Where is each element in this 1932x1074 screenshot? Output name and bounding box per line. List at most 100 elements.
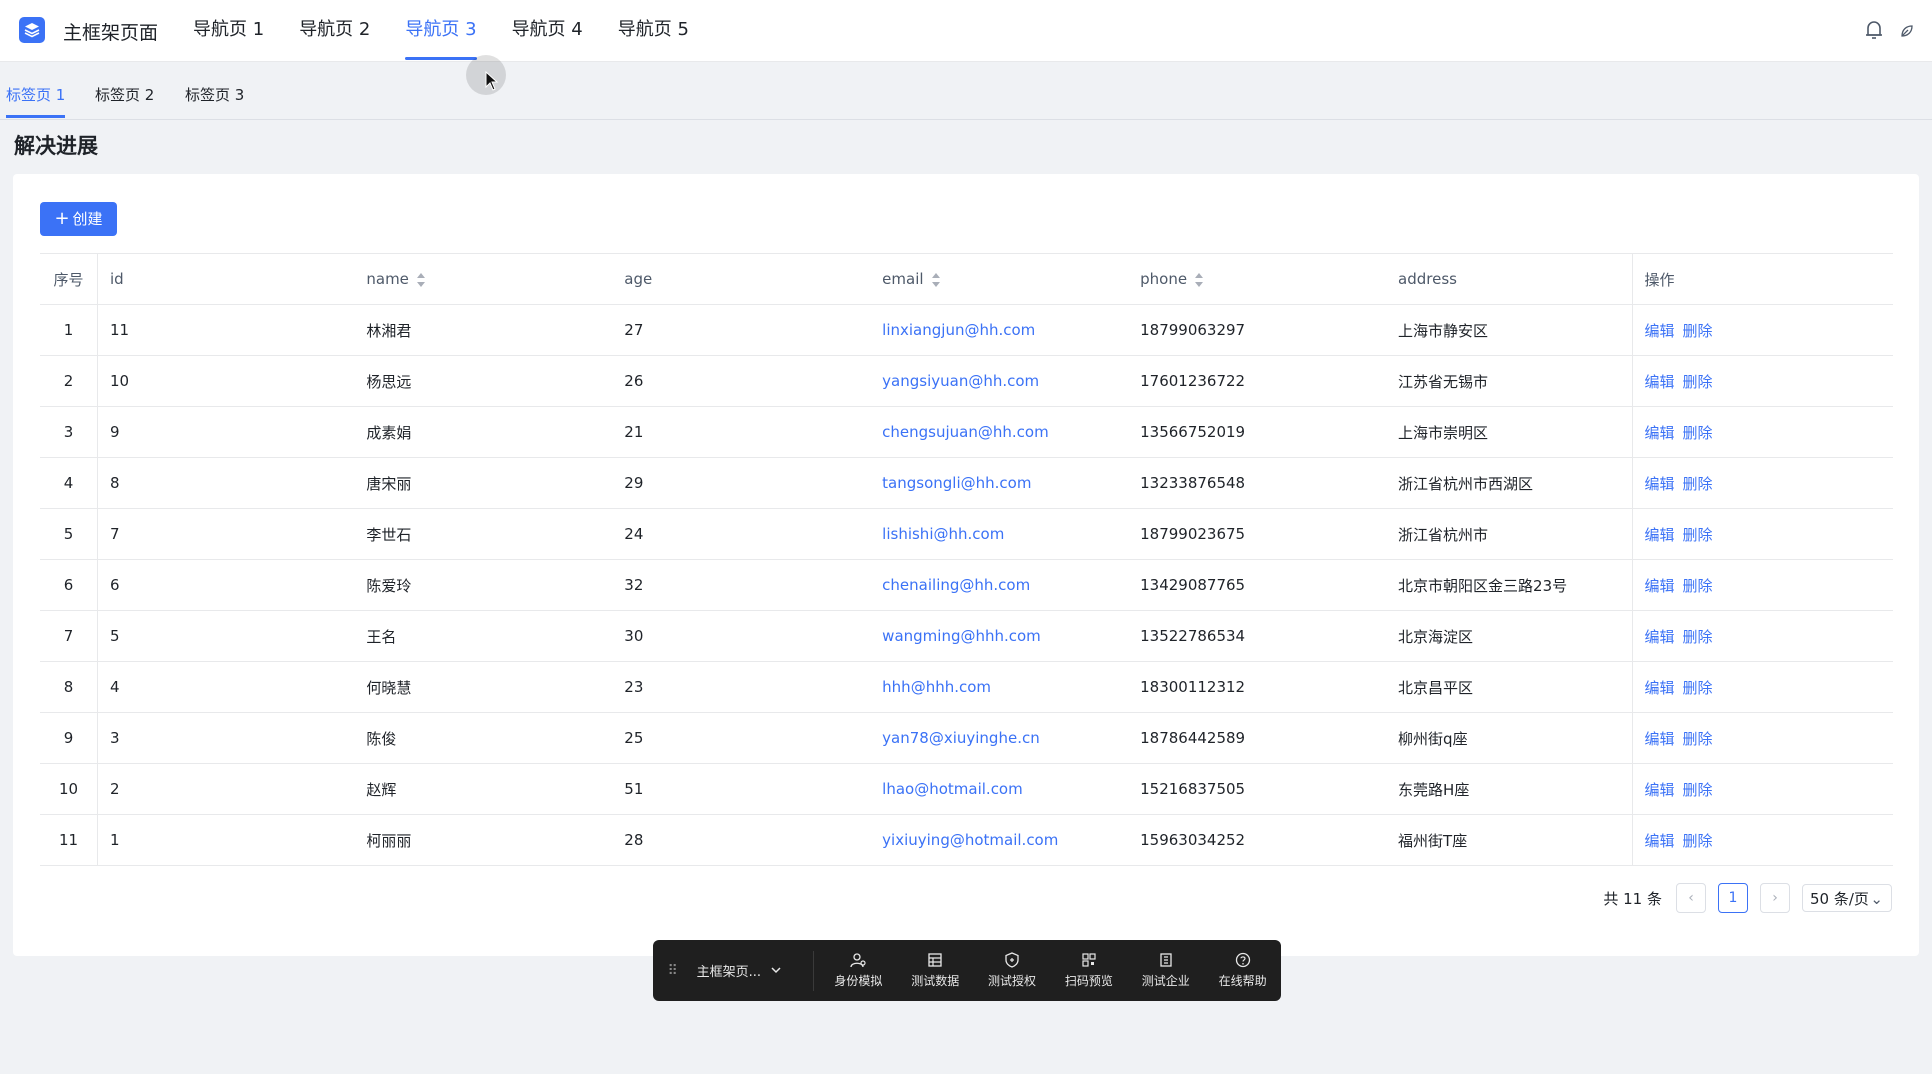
cell-id: 8 [97, 457, 355, 509]
cell-phone: 15216837505 [1128, 763, 1387, 815]
tab-2[interactable]: 标签页 2 [95, 84, 154, 118]
page-title: 解决进展 [14, 134, 98, 158]
toolbar-qrcode-button[interactable]: 扫码预览 [1050, 952, 1127, 989]
sort-icon[interactable] [1195, 272, 1204, 287]
edit-link[interactable]: 编辑 [1645, 730, 1675, 748]
edit-link[interactable]: 编辑 [1645, 577, 1675, 595]
nav-item-4[interactable]: 导航页 4 [495, 0, 600, 61]
table-row: 9 3 陈俊 25 yan78@xiuyinghe.cn 18786442589 柳州街q座… [40, 712, 1893, 764]
cell-actions: 编辑 删除 [1631, 355, 1893, 407]
nav-item-3[interactable]: 导航页 3 [388, 0, 493, 61]
page-selector[interactable]: 主框架页... [687, 961, 805, 980]
col-header-email[interactable]: email [870, 253, 1129, 305]
bell-icon[interactable] [1864, 19, 1884, 45]
edit-link[interactable]: 编辑 [1645, 679, 1675, 697]
edit-link[interactable]: 编辑 [1645, 373, 1675, 391]
edit-link[interactable]: 编辑 [1645, 424, 1675, 442]
row-actions: 编辑 删除 [1645, 832, 1721, 850]
email-link[interactable]: chenailing@hh.com [882, 576, 1030, 594]
toolbar-identity-button[interactable]: 身份模拟 [820, 952, 897, 989]
col-header-seq: 序号 [40, 253, 98, 305]
email-link[interactable]: linxiangjun@hh.com [882, 321, 1035, 339]
nav-item-2[interactable]: 导航页 2 [282, 0, 387, 61]
delete-link[interactable]: 删除 [1683, 526, 1713, 544]
edit-link[interactable]: 编辑 [1645, 475, 1675, 493]
email-link[interactable]: lhao@hotmail.com [882, 780, 1023, 798]
header-icons [1864, 19, 1914, 45]
edit-link[interactable]: 编辑 [1645, 628, 1675, 646]
cell-phone: 13566752019 [1128, 406, 1387, 458]
page-size-value: 50 条/页 [1810, 890, 1869, 908]
cell-name: 陈爱玲 [354, 559, 613, 611]
email-link[interactable]: yixiuying@hotmail.com [882, 831, 1058, 849]
delete-link[interactable]: 删除 [1683, 679, 1713, 697]
edit-link[interactable]: 编辑 [1645, 781, 1675, 799]
email-link[interactable]: yan78@xiuyinghe.cn [882, 729, 1040, 747]
tab-3[interactable]: 标签页 3 [185, 84, 244, 118]
delete-link[interactable]: 删除 [1683, 832, 1713, 850]
cell-actions: 编辑 删除 [1631, 814, 1893, 866]
toolbar-divider [812, 950, 814, 991]
cell-actions: 编辑 删除 [1631, 508, 1893, 560]
table-row: 2 10 杨思远 26 yangsiyuan@hh.com 17601236722 江苏省无… [40, 355, 1893, 407]
next-page-button[interactable]: › [1760, 883, 1790, 913]
email-link[interactable]: lishishi@hh.com [882, 525, 1004, 543]
edit-link[interactable]: 编辑 [1645, 832, 1675, 850]
delete-link[interactable]: 删除 [1683, 628, 1713, 646]
col-header-phone[interactable]: phone [1128, 253, 1387, 305]
leaf-icon[interactable] [1900, 23, 1914, 42]
cell-id: 5 [97, 610, 355, 662]
nav-item-1[interactable]: 导航页 1 [176, 0, 281, 61]
edit-link[interactable]: 编辑 [1645, 526, 1675, 544]
cell-seq: 2 [40, 355, 98, 407]
email-link[interactable]: chengsujuan@hh.com [882, 423, 1049, 441]
cell-email: linxiangjun@hh.com [870, 304, 1129, 356]
app-logo-icon[interactable] [19, 17, 45, 43]
cell-actions: 编辑 删除 [1631, 763, 1893, 815]
pagination-total: 共 11 条 [1603, 889, 1662, 908]
cell-seq: 8 [40, 661, 98, 713]
cell-seq: 4 [40, 457, 98, 509]
cell-age: 27 [612, 304, 871, 356]
delete-link[interactable]: 删除 [1683, 373, 1713, 391]
delete-link[interactable]: 删除 [1683, 730, 1713, 748]
nav-item-5[interactable]: 导航页 5 [601, 0, 706, 61]
email-link[interactable]: tangsongli@hh.com [882, 474, 1031, 492]
delete-link[interactable]: 删除 [1683, 424, 1713, 442]
page-number-button[interactable]: 1 [1718, 883, 1748, 913]
create-button-label: 创建 [72, 210, 103, 228]
tab-1[interactable]: 标签页 1 [6, 84, 66, 118]
app-title: 主框架页面 [63, 22, 159, 44]
email-link[interactable]: yangsiyuan@hh.com [882, 372, 1039, 390]
drag-handle-icon[interactable]: ⠿ [659, 963, 687, 979]
toolbar-qrcode-label: 扫码预览 [1064, 974, 1113, 988]
delete-link[interactable]: 删除 [1683, 577, 1713, 595]
toolbar-enterprise-button[interactable]: 测试企业 [1127, 952, 1204, 989]
table-row: 8 4 何晓慧 23 hhh@hhh.com 18300112312 北京昌平区 编辑 删除 [40, 661, 1893, 713]
delete-link[interactable]: 删除 [1683, 781, 1713, 799]
cell-phone: 18799063297 [1128, 304, 1387, 356]
delete-link[interactable]: 删除 [1683, 475, 1713, 493]
page-size-select[interactable]: 50 条/页 ⌄ [1802, 884, 1892, 912]
cell-seq: 3 [40, 406, 98, 458]
table-icon [928, 953, 942, 967]
toolbar-help-button[interactable]: 在线帮助 [1204, 952, 1281, 989]
cell-id: 9 [97, 406, 355, 458]
col-header-name[interactable]: name [354, 253, 613, 305]
cell-seq: 6 [40, 559, 98, 611]
sort-icon[interactable] [416, 272, 425, 287]
cell-age: 51 [612, 763, 871, 815]
email-link[interactable]: wangming@hhh.com [882, 627, 1041, 645]
edit-link[interactable]: 编辑 [1645, 322, 1675, 340]
qrcode-icon [1082, 953, 1096, 967]
create-button[interactable]: + 创建 [40, 202, 117, 236]
cell-age: 26 [612, 355, 871, 407]
toolbar-testdata-button[interactable]: 测试数据 [897, 952, 974, 989]
delete-link[interactable]: 删除 [1683, 322, 1713, 340]
table-row: 3 9 成素娟 21 chengsujuan@hh.com 13566752019 上海市崇… [40, 406, 1893, 458]
row-actions: 编辑 删除 [1645, 628, 1721, 646]
email-link[interactable]: hhh@hhh.com [882, 678, 991, 696]
toolbar-auth-button[interactable]: 测试授权 [974, 952, 1051, 989]
prev-page-button[interactable]: ‹ [1676, 883, 1706, 913]
sort-icon[interactable] [931, 272, 940, 287]
